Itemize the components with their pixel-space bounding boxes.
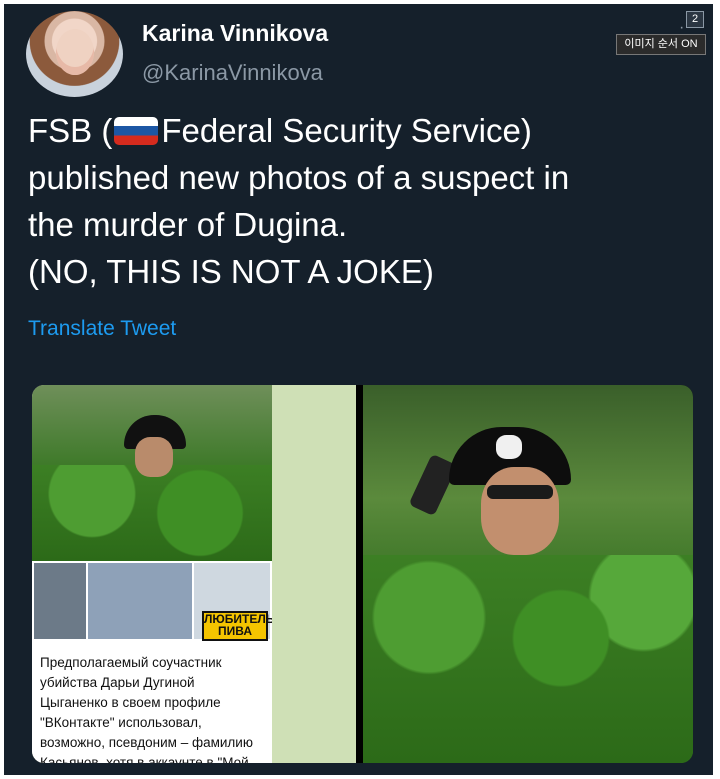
media-image-left[interactable]: ЛЮБИТЕЛЬ ПИВА Предполагаемый соучастник … xyxy=(32,385,356,763)
photo-collage: ЛЮБИТЕЛЬ ПИВА xyxy=(32,561,274,641)
beer-lover-sign: ЛЮБИТЕЛЬ ПИВА xyxy=(202,611,274,641)
tweet-line-3: the murder of Dugina. xyxy=(28,206,348,243)
chat-background-stripe xyxy=(272,385,356,763)
toy-gun xyxy=(408,453,458,517)
translate-tweet-link[interactable]: Translate Tweet xyxy=(28,317,176,341)
tweet-line-1-end: Federal Security Service) xyxy=(161,112,532,149)
avatar[interactable] xyxy=(26,11,123,97)
bush-small xyxy=(32,465,272,561)
russia-flag-icon xyxy=(114,117,159,145)
russian-caption: Предполагаемый соучастник убийства Дарьи… xyxy=(32,641,272,763)
tweet-text: FSB ( Federal Security Service) published… xyxy=(28,107,708,295)
suspect-face xyxy=(481,467,559,555)
collage-photo-1 xyxy=(34,563,86,639)
pirate-photo-small xyxy=(32,385,272,561)
image-order-toggle[interactable]: 이미지 순서 ON xyxy=(616,34,706,55)
collage-photo-2 xyxy=(88,563,192,639)
tweet-line-1-start: FSB ( xyxy=(28,112,113,149)
tomato-bush xyxy=(363,555,693,763)
media-image-right[interactable] xyxy=(363,385,693,763)
author-name[interactable]: Karina Vinnikova xyxy=(142,20,328,47)
skull-emblem xyxy=(496,435,522,459)
tweet-line-4: (NO, THIS IS NOT A JOKE) xyxy=(28,253,434,290)
tweet-line-1: FSB ( Federal Security Service) xyxy=(28,107,708,154)
author-handle[interactable]: @KarinaVinnikova xyxy=(142,60,323,86)
face-small xyxy=(135,437,173,477)
sunglasses xyxy=(487,485,553,499)
media-grid: ЛЮБИТЕЛЬ ПИВА Предполагаемый соучастник … xyxy=(32,385,693,763)
image-order-counter: 2 xyxy=(686,11,704,28)
tweet-line-2: published new photos of a suspect in xyxy=(28,159,570,196)
